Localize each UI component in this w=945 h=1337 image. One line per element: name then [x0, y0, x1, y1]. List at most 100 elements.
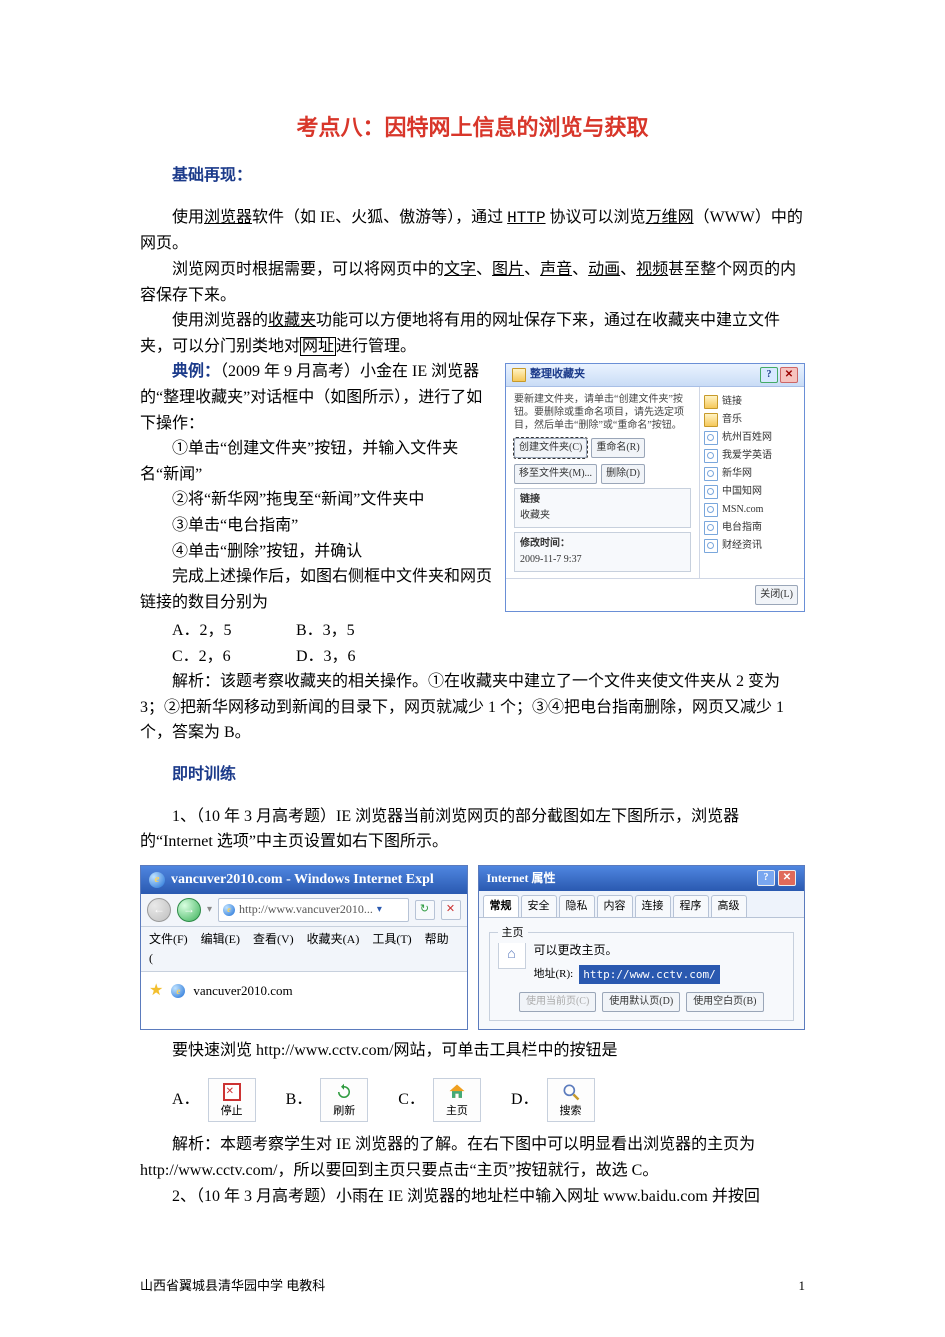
address-label: 地址(R):	[534, 966, 574, 984]
back-button[interactable]: ←	[147, 898, 171, 922]
list-item[interactable]: 链接	[704, 393, 800, 411]
analysis-1: 解析：该题考察收藏夹的相关操作。①在收藏夹中建立了一个文件夹使文件夹从 2 变为…	[140, 669, 805, 746]
modified-info: 修改时间： 2009-11-7 9:37	[514, 532, 691, 572]
section-basics: 基础再现：	[140, 163, 805, 189]
tab-privacy[interactable]: 隐私	[559, 895, 595, 918]
stop-icon	[222, 1082, 242, 1102]
ie-window: e vancuver2010.com - Windows Internet Ex…	[140, 865, 468, 1031]
tab-advanced[interactable]: 高级	[711, 895, 747, 918]
homepage-address-input[interactable]: http://www.cctv.com/	[579, 965, 719, 985]
page-icon	[704, 503, 718, 517]
paragraph-save: 浏览网页时根据需要，可以将网页中的文字、图片、声音、动画、视频甚至整个网页的内容…	[140, 257, 805, 308]
use-current-button[interactable]: 使用当前页(C)	[519, 992, 596, 1012]
homepage-icon: ⌂	[498, 941, 526, 969]
list-item[interactable]: 我爱学英语	[704, 447, 800, 465]
paragraph-favorites: 使用浏览器的收藏夹功能可以方便地将有用的网址保存下来，通过在收藏夹中建立文件夹，…	[140, 308, 805, 359]
ie-logo-icon: e	[149, 872, 165, 888]
address-input[interactable]: e http://www.vancuver2010... ▾	[218, 898, 408, 921]
stop-toolbar-button[interactable]: 停止	[208, 1078, 256, 1123]
ie-titlebar: e vancuver2010.com - Windows Internet Ex…	[141, 866, 467, 894]
page-icon	[704, 521, 718, 535]
favorites-list: 链接 音乐 杭州百姓网 我爱学英语 新华网 中国知网 MSN.com 电台指南 …	[704, 393, 800, 555]
folder-icon	[704, 413, 718, 427]
list-item[interactable]: 中国知网	[704, 483, 800, 501]
footer-school: 山西省翼城县清华园中学 电教科	[140, 1276, 325, 1297]
question-2-lead: 2、（10 年 3 月高考题）小雨在 IE 浏览器的地址栏中输入网址 www.b…	[140, 1184, 805, 1210]
homepage-group-label: 主页	[498, 925, 528, 943]
page-title: 考点八：因特网上信息的浏览与获取	[140, 110, 805, 145]
ie-address-bar: ← → ▾ e http://www.vancuver2010... ▾ ↻ ✕	[141, 894, 467, 927]
help-icon[interactable]: ?	[760, 367, 778, 383]
refresh-icon	[334, 1082, 354, 1102]
props-tabs: 常规 安全 隐私 内容 连接 程序 高级	[479, 891, 805, 919]
question-1-ask: 要快速浏览 http://www.cctv.com/网站，可单击工具栏中的按钮是	[140, 1038, 805, 1064]
move-to-folder-button[interactable]: 移至文件夹(M)...	[514, 464, 597, 484]
refresh-toolbar-button[interactable]: 刷新	[320, 1078, 368, 1123]
option-c-label: C．	[398, 1087, 425, 1113]
tab-general[interactable]: 常规	[483, 895, 519, 918]
page-icon	[704, 485, 718, 499]
homepage-hint: 可以更改主页。	[534, 941, 786, 960]
menu-view[interactable]: 查看(V)	[253, 932, 294, 946]
dialog-instructions: 要新建文件夹，请单击“创建文件夹”按钮。要删除或重命名项目，请先选定项目，然后单…	[514, 393, 691, 432]
rename-button[interactable]: 重命名(R)	[591, 438, 644, 458]
home-toolbar-button[interactable]: 主页	[433, 1078, 481, 1123]
page-footer: 山西省翼城县清华园中学 电教科 1	[140, 1276, 805, 1297]
choice-d: D．3，6	[296, 644, 416, 670]
forward-button[interactable]: →	[177, 898, 201, 922]
tab-label[interactable]: vancuver2010.com	[193, 981, 292, 1002]
use-blank-button[interactable]: 使用空白页(B)	[686, 992, 763, 1012]
dialog-title: 整理收藏夹	[530, 366, 585, 384]
page-icon	[704, 431, 718, 445]
page-icon	[704, 467, 718, 481]
tab-programs[interactable]: 程序	[673, 895, 709, 918]
stop-button[interactable]: ✕	[441, 900, 461, 920]
folder-icon	[704, 395, 718, 409]
delete-button[interactable]: 删除(D)	[601, 464, 645, 484]
search-icon	[561, 1082, 581, 1102]
favorites-icon	[512, 368, 526, 382]
create-folder-button[interactable]: 创建文件夹(C)	[514, 438, 587, 458]
page-number: 1	[799, 1276, 806, 1297]
choice-a: A．2，5	[172, 618, 292, 644]
page-icon: e	[223, 904, 235, 916]
selection-info: 链接 收藏夹	[514, 488, 691, 528]
ie-menu-bar: 文件(F) 编辑(E) 查看(V) 收藏夹(A) 工具(T) 帮助(	[141, 927, 467, 972]
close-icon[interactable]: ✕	[780, 367, 798, 383]
close-button[interactable]: 关闭(L)	[755, 585, 798, 605]
help-icon[interactable]: ?	[757, 870, 775, 886]
page-icon	[704, 449, 718, 463]
page-icon: e	[171, 984, 185, 998]
section-practice: 即时训练	[140, 762, 805, 788]
menu-edit[interactable]: 编辑(E)	[201, 932, 240, 946]
list-item[interactable]: 新华网	[704, 465, 800, 483]
tab-connections[interactable]: 连接	[635, 895, 671, 918]
home-icon	[447, 1082, 467, 1102]
tab-content[interactable]: 内容	[597, 895, 633, 918]
search-toolbar-button[interactable]: 搜索	[547, 1078, 595, 1123]
figure-row: e vancuver2010.com - Windows Internet Ex…	[140, 865, 805, 1031]
choice-b: B．3，5	[296, 618, 416, 644]
tab-security[interactable]: 安全	[521, 895, 557, 918]
option-a-label: A．	[172, 1087, 200, 1113]
internet-properties-dialog: Internet 属性 ? ✕ 常规 安全 隐私 内容 连接 程序 高级 主页	[478, 865, 806, 1031]
organize-favorites-dialog: 整理收藏夹 ? ✕ 要新建文件夹，请单击“创建文件夹”按钮。要删除或重命名项目，…	[505, 363, 805, 612]
page-icon	[704, 539, 718, 553]
menu-favorites[interactable]: 收藏夹(A)	[307, 932, 360, 946]
menu-file[interactable]: 文件(F)	[149, 932, 188, 946]
close-icon[interactable]: ✕	[778, 870, 796, 886]
answer-choices: A．2，5 B．3，5 C．2，6 D．3，6	[172, 618, 805, 669]
menu-tools[interactable]: 工具(T)	[372, 932, 411, 946]
props-title: Internet 属性	[487, 869, 556, 888]
list-item[interactable]: 杭州百姓网	[704, 429, 800, 447]
use-default-button[interactable]: 使用默认页(D)	[602, 992, 680, 1012]
favorites-star-icon[interactable]: ★	[149, 978, 163, 1004]
analysis-2: 解析：本题考察学生对 IE 浏览器的了解。在右下图中可以明显看出浏览器的主页为 …	[140, 1132, 805, 1183]
option-d-label: D．	[511, 1087, 539, 1113]
list-item[interactable]: 电台指南	[704, 519, 800, 537]
refresh-button[interactable]: ↻	[415, 900, 435, 920]
choice-c: C．2，6	[172, 644, 292, 670]
list-item[interactable]: 音乐	[704, 411, 800, 429]
list-item[interactable]: MSN.com	[704, 501, 800, 519]
list-item[interactable]: 财经资讯	[704, 537, 800, 555]
